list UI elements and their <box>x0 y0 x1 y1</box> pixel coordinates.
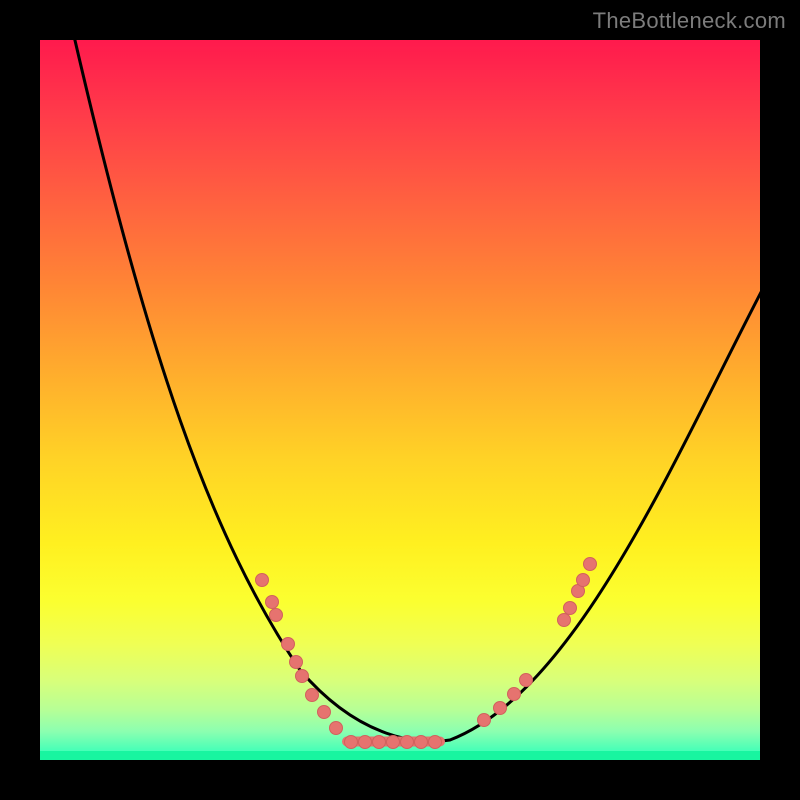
data-dot <box>359 736 372 749</box>
data-dot <box>270 609 283 622</box>
data-dot <box>401 736 414 749</box>
data-dot <box>494 702 507 715</box>
data-dot <box>577 574 590 587</box>
data-dot <box>282 638 295 651</box>
data-dot <box>478 714 491 727</box>
data-dot <box>584 558 597 571</box>
data-dot <box>296 670 309 683</box>
data-dot <box>256 574 269 587</box>
data-dot <box>318 706 331 719</box>
dots-group <box>256 558 597 749</box>
watermark-text: TheBottleneck.com <box>593 8 786 34</box>
plot-area <box>40 40 760 760</box>
data-dot <box>508 688 521 701</box>
data-dot <box>266 596 279 609</box>
data-dot <box>373 736 386 749</box>
data-dot <box>290 656 303 669</box>
chart-svg <box>40 40 760 760</box>
data-dot <box>345 736 358 749</box>
data-dot <box>330 722 343 735</box>
data-dot <box>520 674 533 687</box>
data-dot <box>429 736 442 749</box>
curve-path <box>68 10 770 741</box>
green-baseline-bar <box>40 751 760 760</box>
data-dot <box>558 614 571 627</box>
data-dot <box>415 736 428 749</box>
curve-group <box>68 10 770 741</box>
chart-canvas: TheBottleneck.com <box>0 0 800 800</box>
data-dot <box>387 736 400 749</box>
data-dot <box>564 602 577 615</box>
data-dot <box>306 689 319 702</box>
